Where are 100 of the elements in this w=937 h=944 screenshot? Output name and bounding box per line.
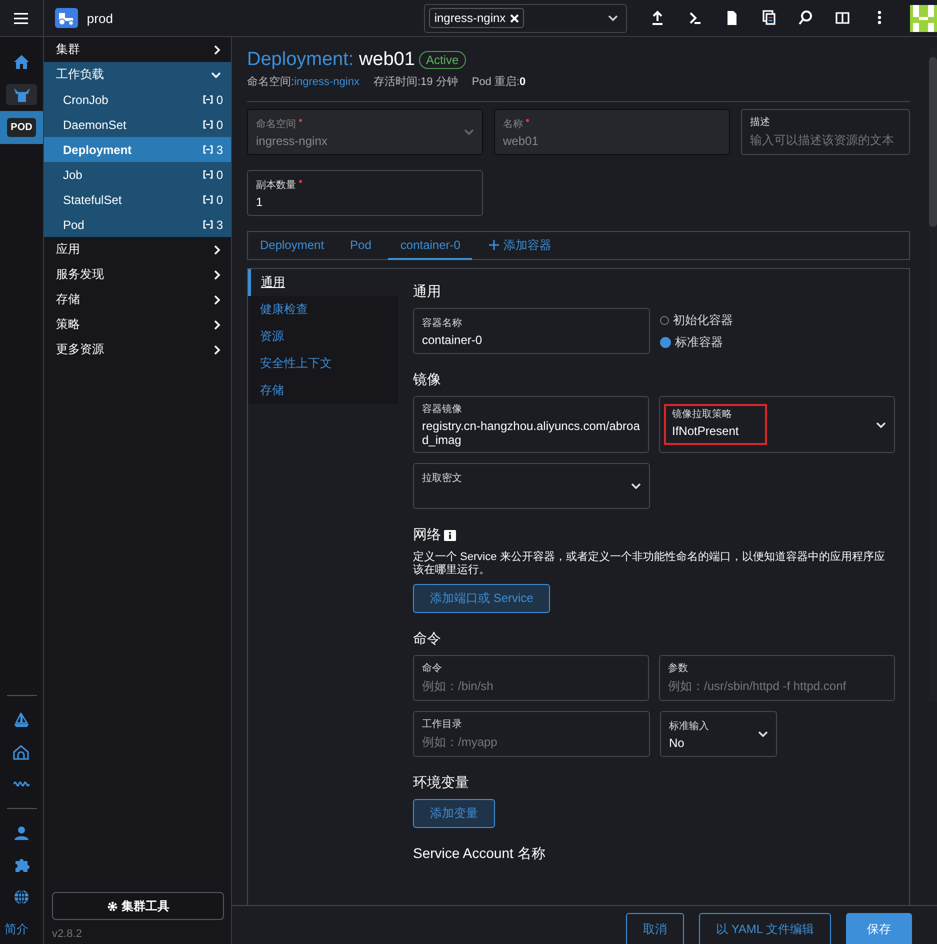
section-heading: 命令 — [413, 630, 441, 648]
metadata-text: 命名空间:ingress-nginx — [247, 74, 360, 89]
section-description: 定义一个 Service 来公开容器，或者定义一个非功能性命名的端口，以便知道容器中的应用程序应该在哪里运行。 — [413, 551, 886, 576]
side-tab[interactable]: 健康检查 — [248, 296, 398, 323]
brackets-icon — [203, 170, 214, 179]
radio-button[interactable] — [660, 337, 671, 348]
cluster-tools-button[interactable]: 集群工具 — [52, 892, 224, 920]
tab[interactable]: Deployment — [251, 232, 334, 260]
chevron-right-icon — [213, 44, 221, 54]
metadata-text: Pod 重启:0 — [472, 74, 526, 89]
scrollbar[interactable] — [929, 47, 937, 702]
section-heading: Service Account 名称 — [413, 845, 546, 864]
close-icon[interactable] — [510, 14, 519, 22]
info-icon[interactable] — [444, 530, 456, 540]
nav-group-label: 集群 — [56, 41, 80, 58]
chevron-right-icon — [213, 294, 221, 304]
add-button[interactable]: 添加端口或 Service — [413, 584, 550, 614]
about-link[interactable]: 简介 — [4, 921, 28, 938]
upload-icon[interactable] — [650, 10, 665, 26]
nav-item[interactable]: DaemonSet 0 — [44, 112, 231, 137]
chevron-down-icon — [631, 482, 641, 490]
puzzle-icon[interactable] — [13, 857, 30, 873]
brackets-icon — [203, 95, 214, 104]
nav-group[interactable]: 服务发现 — [44, 262, 231, 287]
bull-icon — [12, 87, 30, 102]
footer-button[interactable]: 以 YAML 文件编辑 — [698, 913, 831, 944]
nav-group-label: 更多资源 — [56, 341, 104, 358]
radio-option[interactable]: 初始化容器 — [660, 312, 733, 329]
input-field[interactable]: 参数 例如：/usr/sbin/httpd -f httpd.conf — [659, 655, 895, 702]
count: 0 — [216, 192, 223, 206]
nav-item-label: DaemonSet — [63, 118, 126, 132]
input-field[interactable]: 命令 例如：/bin/sh — [413, 655, 649, 702]
tab[interactable]: Pod — [341, 232, 380, 260]
nav-group[interactable]: 更多资源 — [44, 337, 231, 362]
chevron-down-icon — [464, 128, 474, 136]
chevron-down-icon — [876, 420, 886, 428]
side-tab[interactable]: 存储 — [248, 377, 398, 404]
count: 0 — [216, 168, 223, 182]
nav-item[interactable]: Pod 3 — [44, 212, 231, 237]
chevron-right-icon — [213, 320, 221, 330]
add-button[interactable]: 添加变量 — [413, 799, 495, 828]
nav-group[interactable]: 工作负载 — [44, 62, 231, 87]
nav-group[interactable]: 集群 — [44, 37, 231, 62]
brackets-icon — [203, 120, 214, 129]
copy-icon[interactable] — [761, 10, 776, 26]
search-icon[interactable] — [798, 10, 813, 26]
footer-button[interactable]: 取消 — [626, 913, 684, 944]
globe-icon[interactable] — [13, 889, 30, 905]
page-title: Deployment: web01 — [247, 49, 415, 71]
add-container-tab[interactable]: 添加容器 — [480, 232, 560, 260]
nav-group[interactable]: 存储 — [44, 287, 231, 312]
nav-group[interactable]: 应用 — [44, 237, 231, 262]
nav-item[interactable]: Job 0 — [44, 162, 231, 187]
select-field[interactable]: 拉取密文 — [413, 463, 650, 509]
radio-option[interactable]: 标准容器 — [660, 334, 733, 351]
nav-item-label: CronJob — [63, 92, 108, 106]
sailboat-icon[interactable] — [13, 712, 30, 728]
select-field[interactable]: 镜像拉取策略 IfNotPresent — [659, 396, 895, 453]
highlight-box: 镜像拉取策略 IfNotPresent — [664, 404, 767, 445]
input-field[interactable]: 工作目录 例如：/myapp — [413, 711, 650, 758]
radio-label: 标准容器 — [675, 334, 723, 351]
brackets-icon — [203, 145, 214, 154]
side-tab[interactable]: 安全性上下文 — [248, 350, 398, 377]
radio-label: 初始化容器 — [673, 312, 733, 329]
home-icon[interactable] — [13, 54, 30, 69]
status-badge: Active — [418, 51, 466, 69]
radio-button[interactable] — [660, 316, 669, 325]
tab[interactable]: container-0 — [388, 232, 472, 260]
house-icon[interactable] — [13, 744, 30, 760]
cluster-button[interactable] — [6, 84, 37, 105]
terminal-icon[interactable] — [687, 10, 702, 26]
user-icon[interactable] — [13, 825, 30, 841]
nav-item-label: Deployment — [63, 142, 132, 156]
chevron-right-icon — [213, 344, 221, 354]
chevron-down-icon — [758, 730, 768, 738]
input-field[interactable]: 副本数量 1 — [247, 170, 483, 216]
chevron-down-icon[interactable] — [608, 14, 618, 22]
nav-group-label: 存储 — [56, 291, 80, 308]
nav-item[interactable]: Deployment 3 — [44, 137, 231, 162]
tractor-logo-icon — [54, 8, 78, 28]
nav-group-label: 策略 — [56, 316, 80, 333]
menu-icon[interactable] — [14, 12, 28, 24]
nav-item[interactable]: CronJob 0 — [44, 87, 231, 112]
select-field[interactable]: 标准输入 No — [660, 711, 777, 758]
chevron-right-icon — [213, 244, 221, 254]
count: 0 — [216, 118, 223, 132]
chevron-down-icon — [211, 70, 221, 78]
pod-button[interactable]: POD — [6, 118, 36, 137]
nav-group[interactable]: 策略 — [44, 312, 231, 337]
section-heading: 环境变量 — [413, 774, 469, 792]
namespace-filter[interactable]: ingress-nginx — [424, 4, 627, 32]
count: 3 — [216, 142, 223, 156]
metadata-text: 存活时间:19 分钟 — [373, 75, 458, 89]
side-tab[interactable]: 资源 — [248, 323, 398, 350]
input-field[interactable]: 描述 输入可以描述该资源的文本 — [741, 109, 910, 155]
section-heading: 通用 — [413, 283, 441, 301]
namespace-chip[interactable]: ingress-nginx — [429, 8, 524, 28]
input-field[interactable]: 容器名称 container-0 — [413, 308, 650, 354]
input-field[interactable]: 容器镜像 registry.cn-hangzhou.aliyuncs.com/abroad_imag — [413, 396, 649, 453]
nav-item[interactable]: StatefulSet 0 — [44, 187, 231, 212]
